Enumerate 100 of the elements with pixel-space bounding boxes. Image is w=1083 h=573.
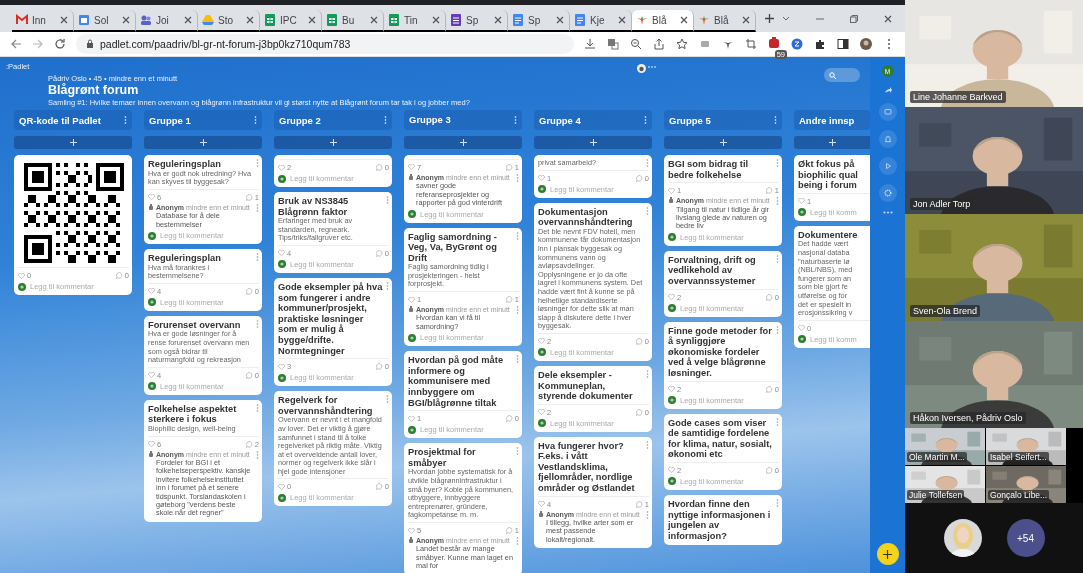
heart-icon[interactable] (18, 272, 25, 279)
more-icon[interactable] (516, 447, 519, 456)
user-avatar-icon[interactable] (637, 64, 647, 73)
close-icon[interactable] (679, 15, 689, 25)
restore-icon[interactable] (849, 13, 859, 24)
comment-icon[interactable] (765, 466, 773, 474)
more-icon[interactable] (124, 116, 127, 124)
more-icon[interactable] (776, 254, 779, 263)
heart-icon[interactable] (148, 441, 155, 448)
comment-icon[interactable] (375, 363, 383, 371)
heart-icon[interactable] (668, 386, 675, 393)
comment-icon[interactable] (245, 440, 253, 448)
comment-icon[interactable] (765, 293, 773, 301)
comment-icon[interactable] (375, 483, 383, 491)
more-icon[interactable] (882, 211, 893, 214)
close-icon[interactable] (617, 15, 627, 25)
heart-icon[interactable] (148, 288, 155, 295)
extension-icon[interactable] (699, 38, 711, 50)
close-icon[interactable] (431, 15, 441, 25)
more-icon[interactable] (386, 281, 389, 290)
more-icon[interactable] (256, 319, 259, 328)
comment-icon[interactable] (635, 174, 643, 182)
comment-icon[interactable] (375, 164, 383, 171)
extension-icon[interactable] (768, 37, 780, 49)
more-icon[interactable] (776, 197, 779, 206)
more-icon[interactable] (386, 395, 389, 404)
heart-icon[interactable] (278, 250, 285, 257)
heart-icon[interactable] (538, 501, 545, 508)
crop-icon[interactable] (745, 38, 757, 50)
heart-icon[interactable] (278, 363, 285, 370)
circle-z-icon[interactable] (791, 38, 803, 50)
more-icon[interactable] (646, 440, 649, 449)
more-icon[interactable] (256, 159, 259, 167)
comment-icon[interactable] (635, 500, 643, 508)
forward-icon[interactable] (32, 38, 44, 50)
heart-icon[interactable] (408, 415, 415, 422)
puzzle-icon[interactable] (814, 38, 826, 50)
heart-icon[interactable] (408, 527, 415, 534)
more-icon[interactable] (516, 355, 519, 364)
close-icon[interactable] (59, 15, 69, 25)
heart-icon[interactable] (798, 198, 805, 205)
comment-icon[interactable] (505, 296, 513, 304)
comment-icon[interactable] (245, 193, 253, 201)
more-icon[interactable] (256, 403, 259, 412)
more-icon[interactable] (776, 417, 779, 426)
reload-icon[interactable] (54, 38, 66, 50)
comment-icon[interactable] (765, 385, 773, 393)
zoom-icon[interactable] (630, 38, 642, 50)
comment-icon[interactable] (505, 163, 513, 171)
close-icon[interactable] (883, 13, 893, 24)
translate-icon[interactable] (607, 38, 619, 50)
more-icon[interactable] (514, 115, 517, 124)
more-icon[interactable] (256, 253, 259, 261)
more-icon[interactable] (646, 369, 649, 378)
more-icon[interactable] (384, 116, 387, 124)
plus-icon[interactable] (764, 13, 775, 24)
heart-icon[interactable] (668, 294, 675, 301)
more-icon[interactable] (646, 159, 649, 167)
profile-avatar-icon[interactable] (860, 38, 872, 50)
more-icon[interactable] (776, 325, 779, 334)
comment-icon[interactable] (635, 408, 643, 416)
more-icon[interactable] (644, 116, 647, 124)
more-icon[interactable] (256, 203, 259, 212)
more-icon[interactable] (516, 231, 519, 240)
browser-tab[interactable]: Blå (632, 10, 694, 32)
heart-icon[interactable] (538, 338, 545, 345)
chat-button[interactable] (878, 103, 897, 121)
more-icon[interactable] (516, 537, 519, 545)
more-icon[interactable] (254, 116, 257, 124)
more-icon[interactable] (256, 450, 259, 459)
close-icon[interactable] (493, 15, 503, 25)
more-icon[interactable] (516, 306, 519, 315)
heart-icon[interactable] (408, 296, 415, 303)
heart-icon[interactable] (538, 409, 545, 416)
close-icon[interactable] (183, 15, 193, 25)
close-icon[interactable] (555, 15, 565, 25)
share-icon[interactable] (883, 86, 892, 94)
bell-button[interactable] (878, 130, 897, 148)
heart-icon[interactable] (668, 187, 675, 194)
comment-icon[interactable] (245, 371, 253, 379)
more-icon[interactable] (516, 173, 519, 182)
share-icon[interactable] (653, 38, 665, 50)
heart-icon[interactable] (148, 372, 155, 379)
comment-icon[interactable] (505, 415, 513, 423)
heart-icon[interactable] (278, 164, 285, 171)
back-icon[interactable] (10, 38, 22, 50)
sidebar-icon[interactable] (837, 38, 849, 50)
heart-icon[interactable] (278, 483, 285, 490)
close-icon[interactable] (741, 15, 751, 25)
close-icon[interactable] (245, 15, 255, 25)
download-icon[interactable] (584, 38, 596, 50)
comment-icon[interactable] (115, 272, 123, 279)
more-icon[interactable] (646, 206, 649, 215)
settings-button[interactable] (878, 184, 897, 202)
close-icon[interactable] (369, 15, 379, 25)
close-icon[interactable] (121, 15, 131, 25)
comment-icon[interactable] (505, 527, 513, 534)
comment-icon[interactable] (375, 249, 383, 257)
more-icon[interactable] (386, 196, 389, 204)
heart-icon[interactable] (798, 325, 805, 332)
